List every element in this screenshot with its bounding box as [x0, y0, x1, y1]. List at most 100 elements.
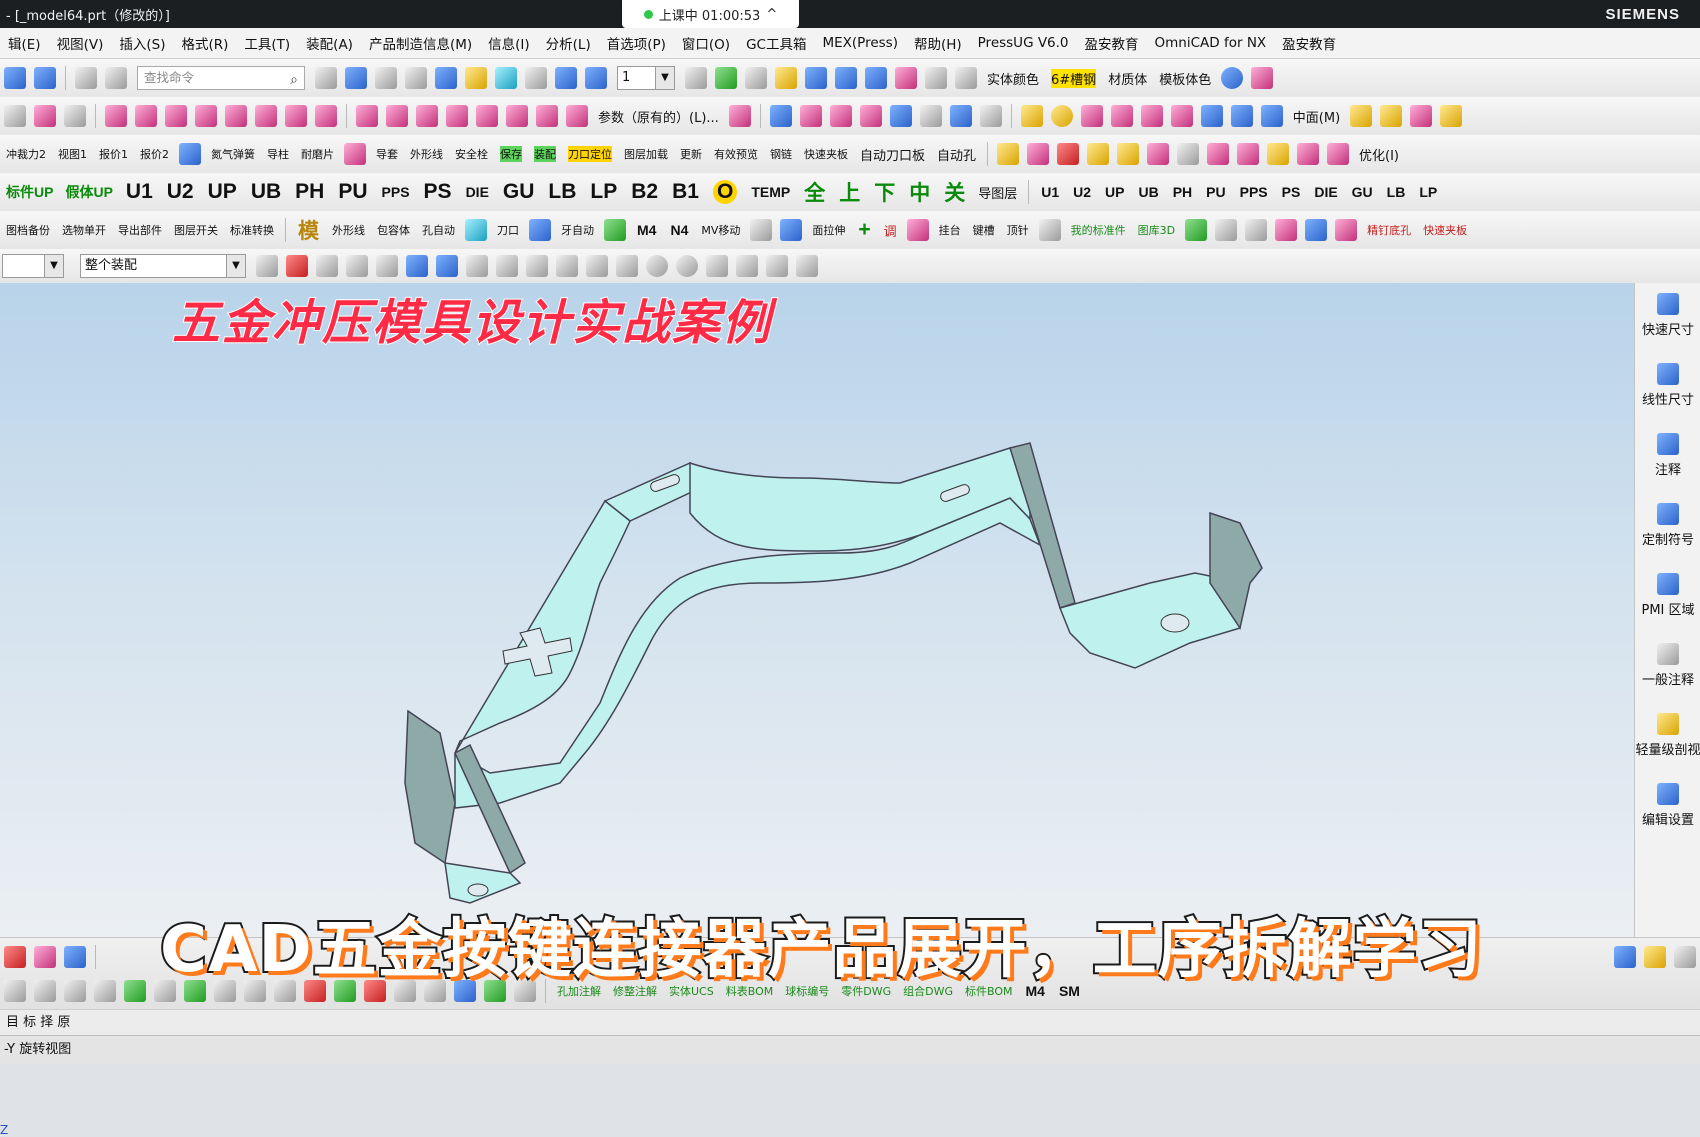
thread-auto-button[interactable]: 牙自动 [561, 222, 594, 238]
parameters-button[interactable]: 参数（原有的）(L)... [598, 107, 719, 126]
quick-clamp-button[interactable]: 快速夹板 [804, 146, 848, 162]
pmi-region-item[interactable]: PMI 区域 [1635, 573, 1700, 618]
part-8-icon[interactable] [1207, 143, 1230, 165]
outline-line-button[interactable]: 外形线 [332, 222, 365, 238]
export-part-button[interactable]: 导出部件 [118, 222, 162, 238]
small-u2-button[interactable]: U2 [1073, 184, 1091, 200]
extend-icon[interactable] [386, 105, 408, 127]
ruler-2-icon[interactable] [1038, 219, 1061, 241]
arc-icon[interactable] [4, 946, 26, 968]
sheet-3-icon[interactable] [1410, 105, 1433, 127]
surface-4-icon[interactable] [889, 105, 912, 127]
library-3d-button[interactable]: 图库3D [1138, 222, 1175, 238]
small-ub-button[interactable]: UB [1138, 184, 1158, 200]
menu-item-pressug[interactable]: PressUG V6.0 [970, 35, 1077, 51]
guide-post-button[interactable]: 导柱 [267, 146, 289, 162]
surface-icon[interactable] [799, 105, 822, 127]
select-open-button[interactable]: 选物单开 [62, 222, 106, 238]
guide-sleeve-button[interactable]: 导套 [376, 146, 398, 162]
cmd-u1-button[interactable]: U1 [126, 180, 153, 204]
mirror-part-icon[interactable] [780, 219, 803, 241]
cmd-ps-button[interactable]: PS [424, 180, 452, 204]
sheet-metal-part[interactable] [0, 283, 1634, 937]
transform-icon[interactable] [105, 67, 127, 89]
part-icon[interactable] [997, 143, 1020, 165]
settings-icon[interactable] [1251, 67, 1274, 89]
small-die-button[interactable]: DIE [1314, 184, 1337, 200]
filter-type-dropdown[interactable]: ▼ [2, 254, 64, 278]
small-gu-button[interactable]: GU [1352, 184, 1373, 200]
export-layer-button[interactable]: 导图层 [978, 183, 1017, 202]
menu-item-omnicad[interactable]: OmniCAD for NX [1147, 35, 1275, 51]
layer-icon[interactable] [685, 67, 707, 89]
small-lb-button[interactable]: LB [1387, 184, 1406, 200]
sketch-polyline-icon[interactable] [94, 980, 116, 1002]
rotate-icon[interactable] [585, 67, 607, 89]
quick-dimension-item[interactable]: 快速尺寸 [1635, 293, 1700, 338]
crosshair-icon[interactable] [4, 105, 26, 127]
update-button[interactable]: 更新 [680, 146, 702, 162]
spring-icon[interactable] [1185, 219, 1208, 241]
linear-dimension-item[interactable]: 线性尺寸 [1635, 363, 1700, 408]
folder-icon[interactable] [465, 67, 487, 89]
ruler-icon[interactable] [955, 67, 977, 89]
pattern-icon[interactable] [566, 105, 588, 127]
copy-icon[interactable] [1305, 219, 1328, 241]
solid-icon[interactable] [1080, 105, 1103, 127]
cmd-gu-button[interactable]: GU [503, 180, 535, 204]
punch-force-button[interactable]: 冲裁力2 [6, 146, 46, 162]
small-ps-button[interactable]: PS [1282, 184, 1301, 200]
extrude-icon[interactable] [135, 105, 157, 127]
table-2-icon[interactable] [1644, 946, 1666, 968]
chamfer-icon[interactable] [255, 105, 277, 127]
layer-toggle-button[interactable]: 图层开关 [174, 222, 218, 238]
standard-convert-button[interactable]: 标准转换 [230, 222, 274, 238]
material-button[interactable]: 材质体 [1108, 69, 1147, 88]
snap-perp-icon[interactable] [616, 255, 638, 277]
menu-item-assembly[interactable]: 装配(A) [298, 33, 361, 53]
valid-preview-button[interactable]: 有效预览 [714, 146, 758, 162]
move-icon[interactable] [555, 67, 577, 89]
menu-item-insert[interactable]: 插入(S) [111, 33, 173, 53]
corner-icon[interactable] [446, 105, 468, 127]
cmd-die-button[interactable]: DIE [466, 184, 489, 200]
edge-locate-button[interactable]: 刀口定位 [568, 146, 612, 162]
cmd-temp-button[interactable]: TEMP [751, 184, 790, 200]
cmd-pu-button[interactable]: PU [338, 180, 367, 204]
cmd-o-button[interactable]: O [712, 180, 738, 204]
snap-cross-icon[interactable] [706, 255, 728, 277]
tool-2-icon[interactable] [1335, 219, 1358, 241]
chain-button[interactable]: 钢链 [770, 146, 792, 162]
point-icon[interactable] [34, 105, 56, 127]
optimize-button[interactable]: 优化(I) [1359, 145, 1399, 164]
offset-icon[interactable] [476, 105, 498, 127]
small-ph-button[interactable]: PH [1173, 184, 1192, 200]
menu-item-pmi[interactable]: 产品制造信息(M) [361, 33, 480, 53]
brush-2-icon[interactable] [34, 946, 56, 968]
t-slot-icon[interactable] [465, 219, 487, 241]
menu-item-tools[interactable]: 工具(T) [236, 33, 298, 53]
m4-button[interactable]: M4 [637, 222, 656, 238]
undo-icon[interactable] [4, 67, 26, 89]
quote-1-button[interactable]: 报价1 [99, 146, 128, 162]
session-timer-badge[interactable]: 上课中 01:00:53 ^ [622, 0, 799, 28]
snap-cube-icon[interactable] [406, 255, 428, 277]
snap-view-icon[interactable] [766, 255, 788, 277]
my-standard-button[interactable]: 我的标准件 [1071, 222, 1126, 238]
snap-cube-2-icon[interactable] [436, 255, 458, 277]
snap-center-icon[interactable] [646, 255, 668, 277]
midplane-button[interactable]: 中面(M) [1293, 107, 1340, 126]
mirror-icon[interactable] [506, 105, 528, 127]
menu-item-gc-toolbox[interactable]: GC工具箱 [738, 33, 814, 53]
flip-icon[interactable] [750, 219, 773, 241]
redo-icon[interactable] [34, 67, 56, 89]
snap-wave-icon[interactable] [586, 255, 608, 277]
cube-icon[interactable] [435, 67, 457, 89]
quote-2-button[interactable]: 报价2 [140, 146, 169, 162]
hole-icon[interactable] [315, 105, 337, 127]
cmd-b2-button[interactable]: B2 [631, 180, 658, 204]
part-5-icon[interactable] [1117, 143, 1140, 165]
small-pps-button[interactable]: PPS [1240, 184, 1268, 200]
auto-hole-button[interactable]: 自动孔 [937, 145, 976, 164]
layer-load-button[interactable]: 图层加载 [624, 146, 668, 162]
